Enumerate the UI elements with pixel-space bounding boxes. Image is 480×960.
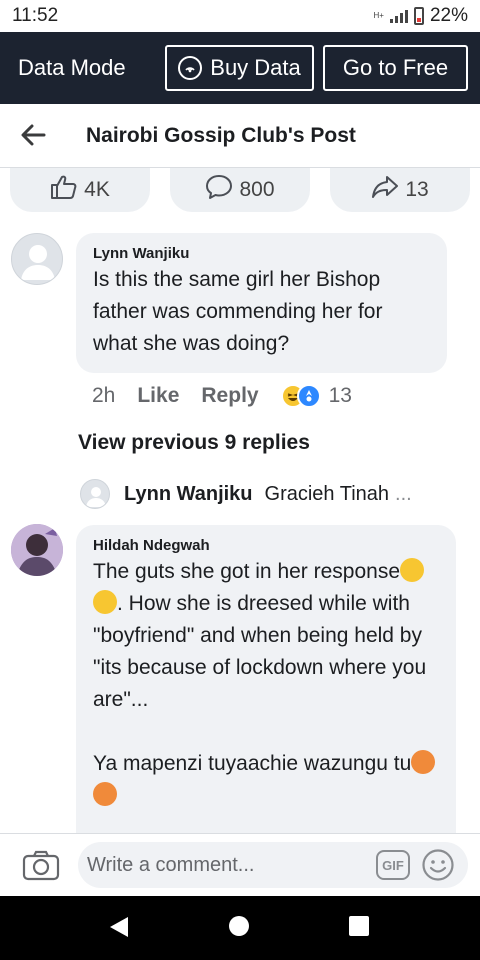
reply-text: Gracieh Tinah: [264, 482, 390, 505]
data-mode-bar: Data Mode Buy Data Go to Free: [0, 32, 480, 104]
comment-composer: Write a comment... GIF: [0, 833, 480, 895]
arrow-left-icon[interactable]: [20, 122, 46, 153]
comment-bubble[interactable]: Lynn Wanjiku Is this the same girl her B…: [76, 233, 447, 373]
crying-face-icon: [411, 750, 436, 774]
grinning-sweat-icon: [93, 590, 117, 614]
broadcast-icon: [178, 56, 203, 80]
avatar: [80, 479, 110, 509]
comment-meta: 2h Like Reply 13: [92, 384, 352, 408]
view-previous-replies-link[interactable]: View previous 9 replies: [78, 431, 310, 455]
comment-text: Is this the same girl her Bishop father …: [93, 268, 389, 355]
gif-icon[interactable]: GIF: [376, 850, 410, 880]
comment-author[interactable]: Hildah Ndegwah: [93, 537, 440, 554]
reaction-count: 13: [328, 384, 352, 407]
page-title: Nairobi Gossip Club's Post: [86, 124, 356, 147]
battery-icon: [413, 7, 424, 25]
share-count: 13: [405, 178, 429, 201]
go-to-free-button[interactable]: Go to Free: [323, 45, 468, 91]
like-button[interactable]: Like: [137, 384, 179, 408]
signal-icon: [389, 9, 408, 23]
reply-preview[interactable]: Lynn Wanjiku Gracieh Tinah ...: [80, 478, 412, 510]
comment-count: 800: [239, 178, 275, 201]
reaction-summary[interactable]: 13: [280, 384, 352, 408]
system-nav-bar: [0, 896, 480, 960]
go-to-free-label: Go to Free: [342, 55, 449, 80]
grinning-sweat-icon: [400, 558, 425, 582]
thumbs-up-icon: [50, 174, 78, 206]
crying-face-icon: [93, 782, 117, 806]
comment-text-part: Ya mapenzi tuyaachie wazungu tu: [93, 752, 412, 775]
comment-text-part: . How she is dreesed while with "boyfrie…: [93, 592, 432, 711]
speech-bubble-icon: [205, 174, 233, 206]
reply-button[interactable]: Reply: [201, 384, 258, 408]
wow-icon: [296, 384, 321, 408]
share-arrow-icon: [371, 174, 399, 206]
reply-ellipsis: ...: [395, 482, 412, 505]
share-pill[interactable]: 13: [330, 168, 470, 212]
network-type: H+: [373, 11, 384, 20]
comment-placeholder: Write a comment...: [87, 853, 255, 876]
recents-square-icon[interactable]: [349, 916, 369, 936]
comment-text-part: The guts she got in her response: [93, 560, 401, 583]
status-indicators: H+ 22%: [374, 5, 468, 27]
buy-data-label: Buy Data: [210, 55, 301, 80]
camera-icon[interactable]: [22, 849, 60, 886]
post-action-pills: 4K 800 13: [0, 168, 480, 212]
data-mode-label: Data Mode: [18, 55, 126, 80]
comment-time: 2h: [92, 384, 116, 407]
status-bar: 11:52 H+ 22%: [0, 0, 480, 32]
avatar[interactable]: [11, 233, 63, 285]
smiley-icon[interactable]: [421, 848, 455, 887]
battery-level: 22%: [429, 5, 468, 26]
comment-pill[interactable]: 800: [170, 168, 310, 212]
comment-bubble[interactable]: Hildah Ndegwah The guts she got in her r…: [76, 525, 456, 865]
back-triangle-icon[interactable]: [108, 915, 130, 944]
like-count: 4K: [84, 178, 110, 201]
reply-author[interactable]: Lynn Wanjiku: [124, 483, 253, 506]
buy-data-button[interactable]: Buy Data: [165, 45, 314, 91]
avatar[interactable]: [11, 524, 63, 576]
comment-author[interactable]: Lynn Wanjiku: [93, 245, 431, 262]
comment-text: The guts she got in her response . How sh…: [93, 556, 440, 812]
home-circle-icon[interactable]: [229, 916, 249, 936]
post-header: Nairobi Gossip Club's Post: [0, 104, 480, 168]
clock: 11:52: [12, 5, 59, 26]
like-pill[interactable]: 4K: [10, 168, 150, 212]
